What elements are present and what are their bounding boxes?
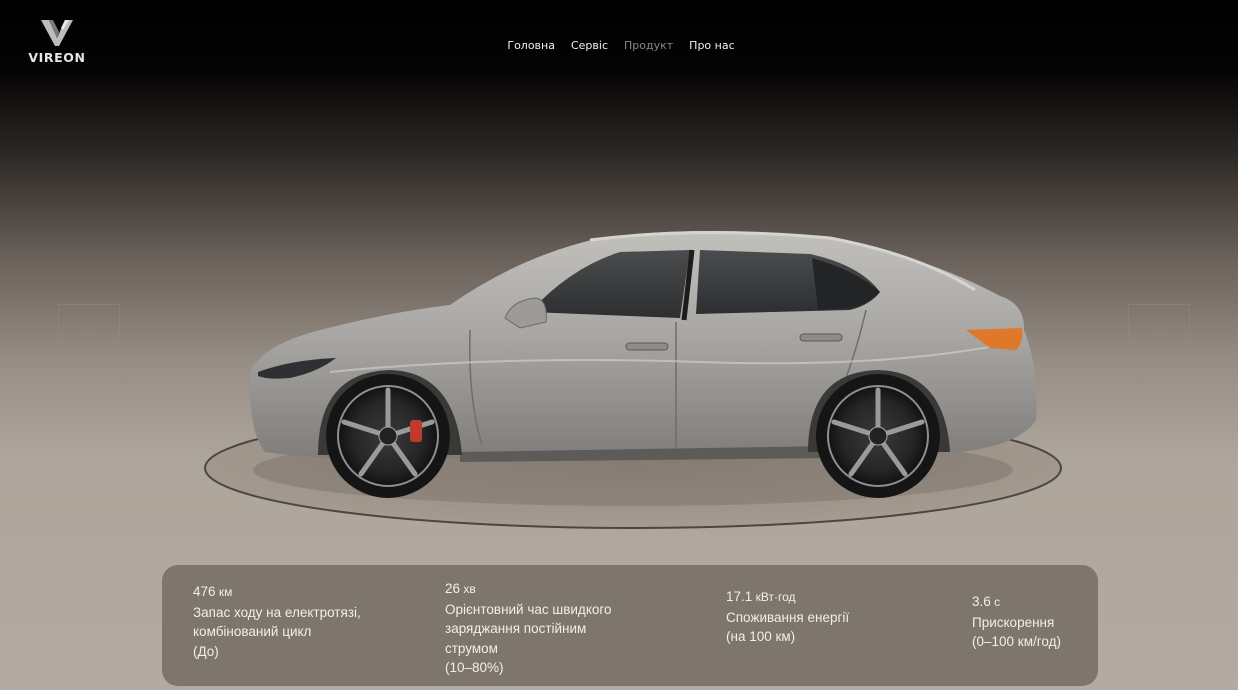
spec-value: 17.1 кВт·год bbox=[726, 589, 796, 604]
spec-label-line: Споживання енергії bbox=[726, 609, 850, 625]
spec-value: 26 хв bbox=[445, 581, 476, 596]
spec-label-line: Прискорення bbox=[972, 614, 1055, 630]
spec-value: 476 км bbox=[193, 584, 233, 599]
spec-value: 3.6 с bbox=[972, 594, 1001, 609]
spec-label-line: (на 100 км) bbox=[726, 629, 796, 644]
rear-wheel bbox=[816, 374, 940, 498]
spec-label-line: комбінований цикл bbox=[193, 624, 312, 639]
spec-label-line: (До) bbox=[193, 643, 219, 659]
chevron-right-icon: › bbox=[1155, 324, 1163, 346]
spec-charge-time: 26 хв Орієнтовний час швидкого заряджанн… bbox=[445, 579, 612, 678]
specs-panel: 476 км Запас ходу на електротязі, комбін… bbox=[162, 565, 1098, 686]
spec-label-line: (0–100 км/год) bbox=[972, 634, 1061, 649]
spec-label-line: Орієнтовний час швидкого bbox=[445, 601, 612, 617]
spec-acceleration: 3.6 с Прискорення (0–100 км/год) bbox=[972, 592, 1061, 652]
spec-label-line: Запас ходу на електротязі, bbox=[193, 604, 361, 620]
spec-consumption: 17.1 кВт·год Споживання енергії (на 100 … bbox=[726, 587, 849, 647]
front-wheel bbox=[326, 374, 450, 498]
carousel-next-button[interactable]: › bbox=[1128, 304, 1190, 366]
spec-label-line: струмом bbox=[445, 640, 498, 656]
spec-range: 476 км Запас ходу на електротязі, комбін… bbox=[193, 582, 361, 661]
spec-label-line: заряджання постійним bbox=[445, 621, 587, 636]
spec-label-line: (10–80%) bbox=[445, 660, 504, 675]
carousel-prev-button[interactable]: ‹ bbox=[58, 304, 120, 366]
chevron-left-icon: ‹ bbox=[85, 324, 93, 346]
